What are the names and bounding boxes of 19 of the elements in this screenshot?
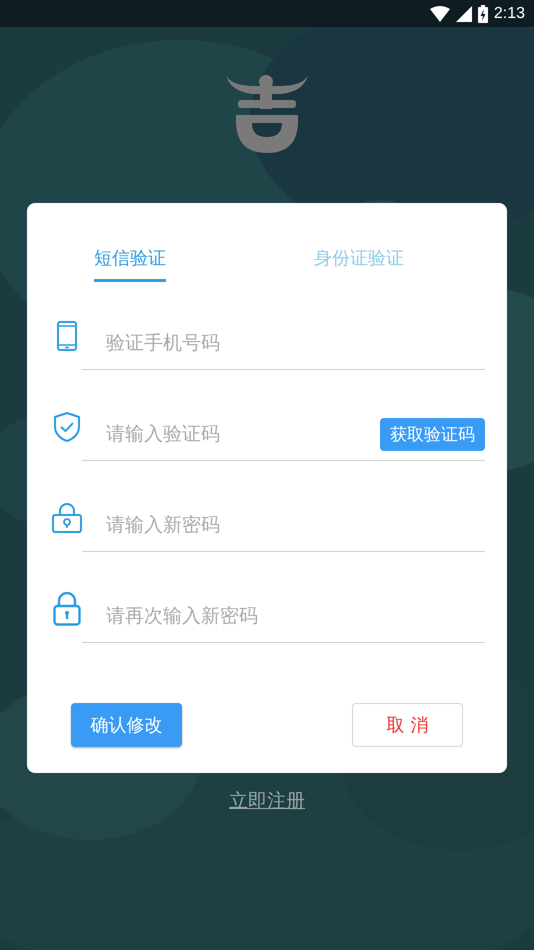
wifi-icon	[430, 6, 450, 22]
battery-icon	[478, 4, 488, 22]
get-code-button[interactable]: 获取验证码	[380, 418, 485, 450]
signal-icon	[456, 6, 472, 22]
input-field[interactable]: 请输入新密码	[82, 505, 485, 545]
status-time: 2:13	[494, 4, 525, 22]
cancel-button[interactable]: 取 消	[352, 703, 463, 747]
input-field[interactable]: 请输入验证码	[82, 414, 380, 454]
tab[interactable]: 身份证验证	[314, 245, 404, 282]
phone-icon	[56, 320, 76, 350]
logo-icon	[226, 73, 308, 153]
input-field[interactable]: 请再次输入新密码	[82, 596, 485, 636]
confirm-button[interactable]: 确认修改	[71, 703, 182, 747]
tab[interactable]: 短信验证	[94, 245, 166, 282]
register-link[interactable]: 立即注册	[229, 790, 305, 812]
input-field[interactable]: 验证手机号码	[82, 323, 485, 363]
shield-check-icon	[54, 412, 80, 442]
lock-icon	[52, 592, 80, 626]
lock-icon	[52, 502, 82, 532]
